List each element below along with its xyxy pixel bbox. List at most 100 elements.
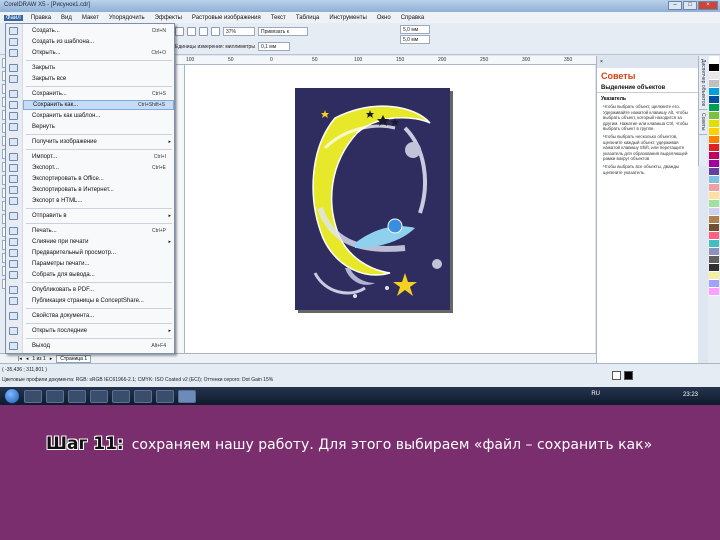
palette-swatch[interactable]	[709, 200, 719, 208]
file-menu-item[interactable]: Открыть... Ctrl+O	[23, 48, 174, 58]
palette-swatch[interactable]	[709, 256, 719, 264]
page-next-icon[interactable]: ▸	[50, 356, 53, 362]
file-menu-item[interactable]: Создать из шаблона...	[23, 37, 174, 47]
palette-swatch[interactable]	[709, 248, 719, 256]
duplicate-x-field[interactable]: 5,0 мм	[400, 25, 430, 34]
palette-swatch[interactable]	[709, 104, 719, 112]
file-menu-item[interactable]: Экспортировать в Office...	[23, 174, 174, 184]
file-menu-item[interactable]: Свойства документа...	[23, 311, 174, 321]
file-menu-item[interactable]: Закрыть	[23, 63, 174, 73]
file-menu-item[interactable]: Предварительный просмотр...	[23, 248, 174, 258]
start-button[interactable]	[4, 388, 20, 404]
palette-swatch[interactable]	[709, 240, 719, 248]
file-menu-item[interactable]: Печать... Ctrl+P	[23, 226, 174, 236]
duplicate-y-field[interactable]: 5,0 мм	[400, 35, 430, 44]
palette-swatch[interactable]	[709, 120, 719, 128]
page-prev-icon[interactable]: ◂	[26, 356, 29, 362]
palette-swatch[interactable]	[709, 264, 719, 272]
menu-item[interactable]: Текст	[269, 15, 288, 21]
taskbar-app-icon[interactable]	[46, 389, 64, 403]
file-menu-item[interactable]: Экспорт... Ctrl+E	[23, 163, 174, 173]
file-menu-item[interactable]: Получить изображение ▸	[23, 137, 174, 147]
file-menu-item[interactable]: Экспорт в HTML...	[23, 196, 174, 206]
new-icon[interactable]	[175, 27, 184, 36]
menu-item[interactable]: Окно	[375, 15, 393, 21]
menu-item[interactable]: Таблица	[294, 15, 322, 21]
palette-swatch[interactable]	[709, 288, 719, 296]
taskbar-coreldraw-icon[interactable]	[178, 389, 196, 403]
palette-swatch[interactable]	[709, 152, 719, 160]
palette-swatch[interactable]	[709, 56, 719, 64]
taskbar-app-icon[interactable]	[156, 389, 174, 403]
palette-swatch[interactable]	[709, 208, 719, 216]
file-menu-item[interactable]: Сохранить как шаблон...	[23, 111, 174, 121]
palette-swatch[interactable]	[709, 72, 719, 80]
palette-swatch[interactable]	[709, 192, 719, 200]
taskbar-app-icon[interactable]	[90, 389, 108, 403]
palette-swatch[interactable]	[709, 160, 719, 168]
palette-swatch[interactable]	[709, 88, 719, 96]
taskbar-app-icon[interactable]	[134, 389, 152, 403]
taskbar-app-icon[interactable]	[112, 389, 130, 403]
taskbar-app-icon[interactable]	[24, 389, 42, 403]
file-menu-item[interactable]: Создать... Ctrl+N	[23, 26, 174, 36]
menu-item[interactable]: Эффекты	[153, 15, 184, 21]
zoom-field[interactable]: 37%	[223, 27, 255, 36]
menu-item[interactable]: Растровые изображения	[190, 15, 263, 21]
open-icon[interactable]	[187, 27, 196, 36]
palette-swatch[interactable]	[709, 184, 719, 192]
palette-swatch[interactable]	[709, 232, 719, 240]
file-menu-item[interactable]: Сохранить... Ctrl+S	[23, 89, 174, 99]
file-menu-item[interactable]: Отправить в ▸	[23, 211, 174, 221]
palette-swatch[interactable]	[709, 96, 719, 104]
file-menu-item[interactable]: Публикация страницы в ConceptShare...	[23, 296, 174, 306]
docker-tab-object-manager[interactable]: Диспетчер объектов	[699, 56, 707, 111]
artboard-illustration[interactable]	[295, 88, 450, 310]
minimize-button[interactable]: –	[668, 1, 682, 10]
palette-swatch[interactable]	[709, 176, 719, 184]
menu-item[interactable]: Упорядочить	[107, 15, 147, 21]
palette-swatch[interactable]	[709, 136, 719, 144]
palette-swatch[interactable]	[709, 216, 719, 224]
palette-swatch[interactable]	[709, 280, 719, 288]
docker-close-icon[interactable]: ×	[600, 59, 603, 65]
docker-tab-hints[interactable]: Советы	[699, 110, 707, 135]
file-menu-item[interactable]: Выход Alt+F4	[23, 341, 174, 351]
snap-dropdown[interactable]: Привязать к	[258, 27, 308, 36]
save-icon[interactable]	[199, 27, 208, 36]
file-menu-item[interactable]: Опубликовать в PDF...	[23, 285, 174, 295]
file-menu-item[interactable]: Собрать для вывода...	[23, 270, 174, 280]
palette-swatch[interactable]	[709, 64, 719, 72]
menu-item[interactable]: Файл	[4, 14, 23, 21]
file-menu-item-icon	[9, 27, 18, 35]
file-menu-item[interactable]: Закрыть все	[23, 74, 174, 84]
palette-swatch[interactable]	[709, 128, 719, 136]
menu-item[interactable]: Инструменты	[327, 15, 368, 21]
menu-item[interactable]: Правка	[29, 15, 53, 21]
palette-swatch[interactable]	[709, 272, 719, 280]
print-icon[interactable]	[211, 27, 220, 36]
file-menu-item[interactable]: Слияние при печати ▸	[23, 237, 174, 247]
page-first-icon[interactable]: |◂	[18, 356, 22, 362]
maximize-button[interactable]: □	[683, 1, 697, 10]
menu-item[interactable]: Вид	[59, 15, 74, 21]
palette-swatch[interactable]	[709, 80, 719, 88]
page-tab[interactable]: Страница 1	[56, 354, 92, 363]
file-menu-item[interactable]: Открыть последние ▸	[23, 326, 174, 336]
palette-swatch[interactable]	[709, 112, 719, 120]
file-menu-item[interactable]: Параметры печати...	[23, 259, 174, 269]
taskbar-app-icon[interactable]	[68, 389, 86, 403]
file-menu-item[interactable]: Вернуть	[23, 122, 174, 132]
ruler-tick-label: 100	[186, 57, 195, 63]
palette-swatch[interactable]	[709, 168, 719, 176]
language-indicator[interactable]: RU	[591, 391, 600, 397]
file-menu-item[interactable]: Экспортировать в Интернет...	[23, 185, 174, 195]
file-menu-item[interactable]: Сохранить как... Ctrl+Shift+S	[23, 100, 174, 110]
palette-swatch[interactable]	[709, 144, 719, 152]
palette-swatch[interactable]	[709, 224, 719, 232]
file-menu-item[interactable]: Импорт... Ctrl+I	[23, 152, 174, 162]
menu-item[interactable]: Макет	[80, 15, 101, 21]
nudge-field[interactable]: 0,1 мм	[257, 42, 290, 51]
menu-item[interactable]: Справка	[399, 15, 427, 21]
close-button[interactable]: ×	[698, 1, 718, 10]
